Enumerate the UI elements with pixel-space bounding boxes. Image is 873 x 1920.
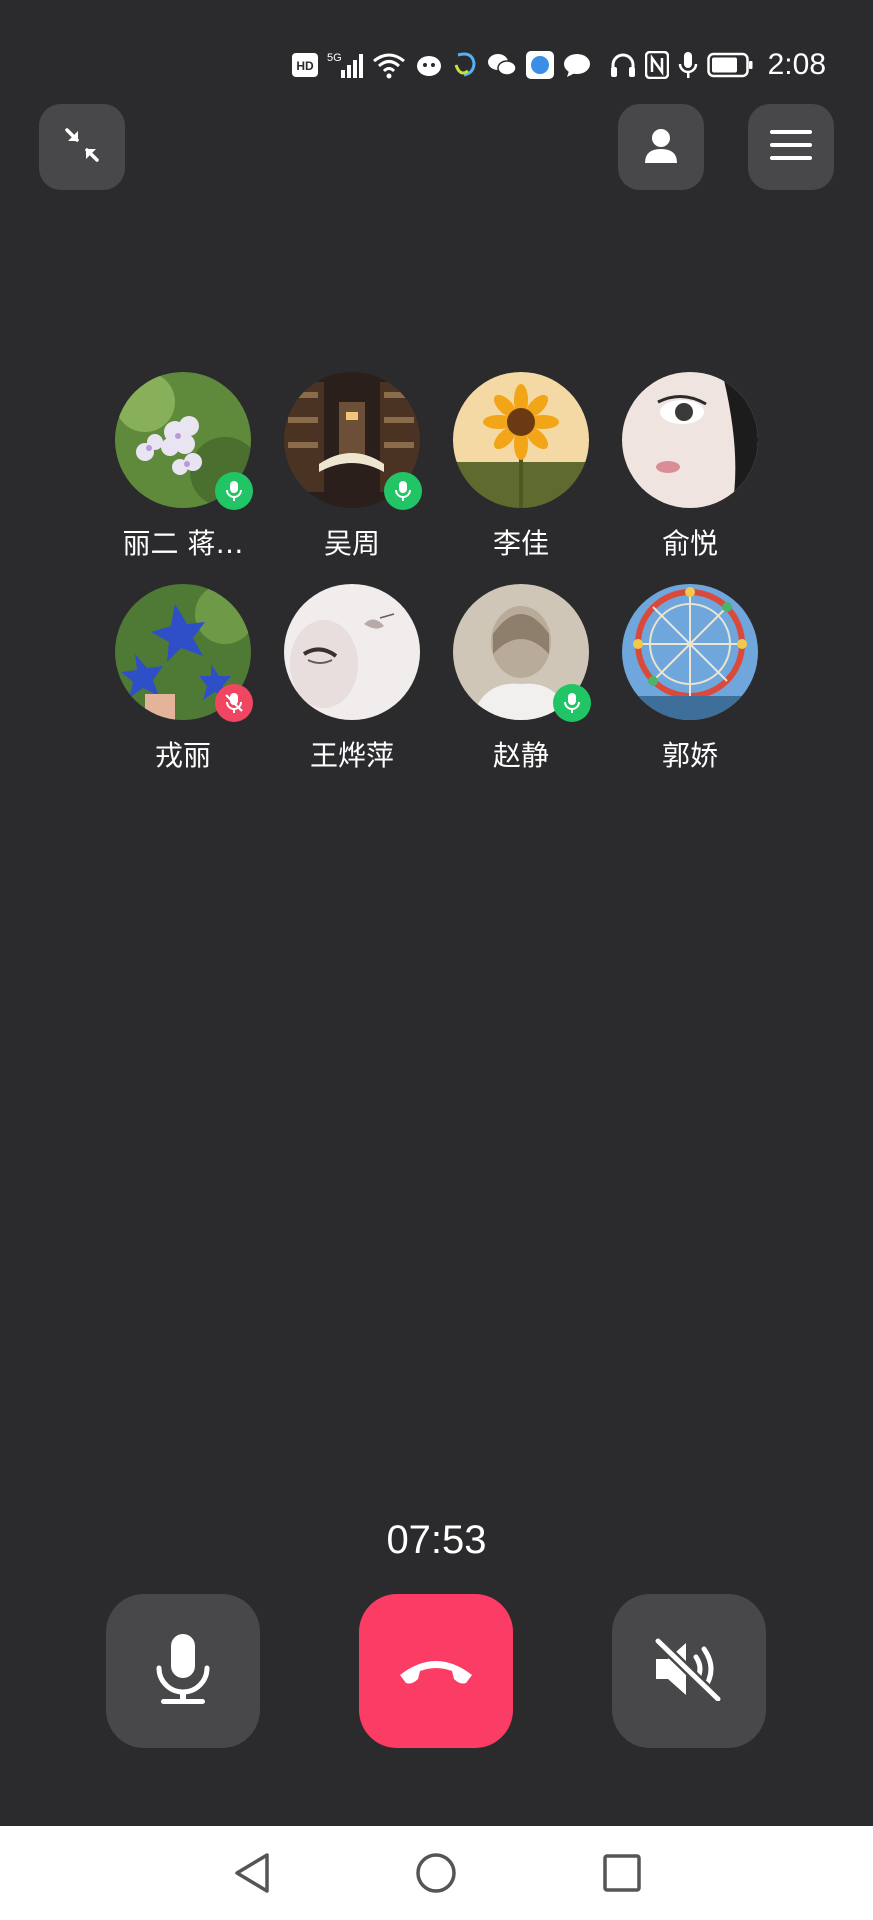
avatar-image <box>622 584 758 720</box>
message-icon <box>563 50 591 80</box>
participant[interactable]: 李佳 <box>453 372 589 562</box>
microphone-icon <box>226 481 242 501</box>
app-notification-icon <box>415 50 443 80</box>
person-icon <box>641 125 681 169</box>
battery-icon <box>706 50 753 80</box>
hang-up-phone-icon <box>394 1649 478 1693</box>
participant[interactable]: 赵静 <box>453 584 591 774</box>
menu-button[interactable] <box>748 104 834 190</box>
hamburger-menu-icon <box>770 128 812 166</box>
participant[interactable]: 王烨萍 <box>284 584 420 774</box>
participant[interactable]: 俞悦 <box>622 372 758 562</box>
call-duration: 07:53 <box>386 1518 487 1562</box>
participant[interactable]: 丽二 蒋… <box>115 372 253 562</box>
svg-text:5G: 5G <box>327 52 342 64</box>
voice-call-screen: HD 5G 2:08 丽二 蒋… 吴周 李佳 俞悦 戎丽 王烨萍 赵静 郭娇 0… <box>0 0 873 1920</box>
wechat-icon <box>487 50 517 80</box>
avatar-image <box>453 372 589 508</box>
svg-text:HD: HD <box>296 59 314 73</box>
minimize-button[interactable] <box>39 104 125 190</box>
hang-up-button[interactable] <box>359 1594 513 1748</box>
avatar <box>622 584 758 720</box>
speaker-muted-icon <box>652 1637 726 1705</box>
microphone-icon <box>153 1632 213 1710</box>
nfc-icon <box>644 50 669 80</box>
headphones-icon <box>610 50 636 80</box>
avatar-image <box>622 372 758 508</box>
participant-name: 俞悦 <box>661 527 718 560</box>
hd-icon: HD <box>291 50 318 80</box>
participant-name: 吴周 <box>323 527 380 560</box>
minimize-arrows-icon <box>62 125 102 169</box>
home-button[interactable] <box>411 1848 461 1898</box>
participant-name: 李佳 <box>492 527 549 560</box>
participants-grid: 丽二 蒋… 吴周 李佳 俞悦 戎丽 王烨萍 赵静 郭娇 <box>115 372 758 774</box>
participant-name: 郭娇 <box>661 739 718 772</box>
app-notification-icon <box>452 50 478 80</box>
mic-muted-badge <box>215 684 253 722</box>
mic-on-badge <box>215 472 253 510</box>
avatar <box>453 372 589 508</box>
avatar <box>115 372 253 510</box>
participant-name: 王烨萍 <box>309 739 394 772</box>
microphone-icon <box>564 693 580 713</box>
microphone-muted-icon <box>225 693 243 713</box>
wifi-icon <box>372 50 406 80</box>
status-bar: HD 5G 2:08 <box>291 40 826 90</box>
avatar <box>453 584 591 722</box>
participant[interactable]: 吴周 <box>284 372 422 562</box>
avatar <box>115 584 253 722</box>
microphone-icon <box>395 481 411 501</box>
avatar <box>622 372 758 508</box>
participant[interactable]: 郭娇 <box>622 584 758 774</box>
back-button[interactable] <box>226 1848 276 1898</box>
mic-on-badge <box>384 472 422 510</box>
status-time: 2:08 <box>767 48 826 81</box>
system-navigation-bar <box>0 1826 873 1920</box>
recent-apps-button[interactable] <box>597 1848 647 1898</box>
browser-icon <box>525 50 554 80</box>
back-triangle-icon <box>235 1853 269 1893</box>
recent-apps-square-icon <box>603 1854 641 1892</box>
home-circle-icon <box>416 1853 456 1893</box>
microphone-icon <box>678 50 698 80</box>
avatar <box>284 372 422 510</box>
mic-on-badge <box>553 684 591 722</box>
participant-name: 戎丽 <box>154 739 211 772</box>
add-participant-button[interactable] <box>618 104 704 190</box>
participant-name: 丽二 蒋… <box>122 527 244 560</box>
participant[interactable]: 戎丽 <box>115 584 253 774</box>
mute-microphone-button[interactable] <box>106 1594 260 1748</box>
speaker-toggle-button[interactable] <box>612 1594 766 1748</box>
avatar <box>284 584 420 720</box>
participant-name: 赵静 <box>492 739 549 772</box>
signal-icon: 5G <box>327 50 363 80</box>
avatar-image <box>284 584 420 720</box>
